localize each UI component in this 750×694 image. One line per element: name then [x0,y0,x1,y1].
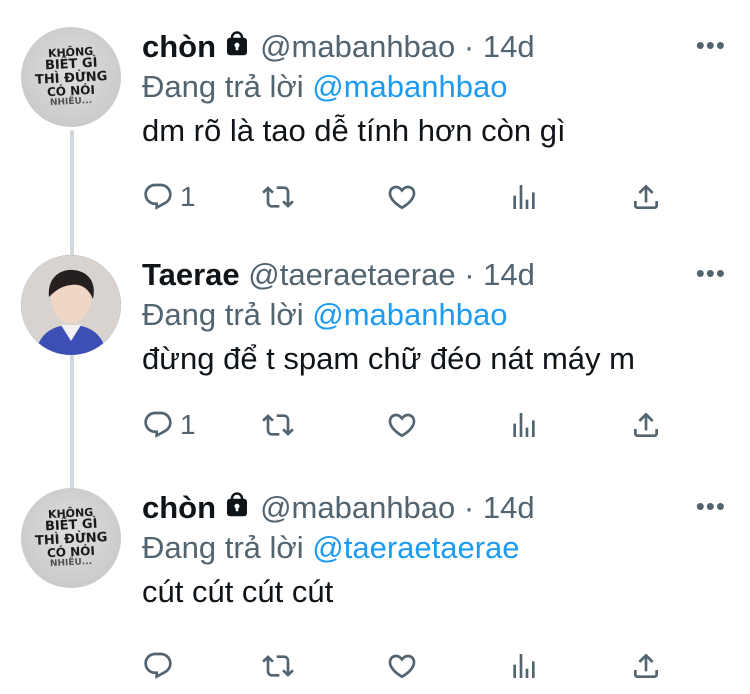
timestamp[interactable]: 14d [483,257,535,292]
analytics-icon [513,654,535,678]
retweet-button[interactable] [262,177,294,217]
retweet-icon [262,414,294,436]
avatar[interactable]: KHÔNG BIẾT GÌ THÌ ĐỪNG CÓ NÓI NHIỀU... [21,27,121,127]
views-button[interactable] [508,405,540,445]
reply-button[interactable] [142,646,180,686]
heart-icon [388,185,416,210]
retweet-button[interactable] [262,405,294,445]
separator: · [463,490,475,525]
avatar-text: NHIỀU... [49,556,93,570]
reply-prefix: Đang trả lời [142,297,304,332]
share-button[interactable] [630,405,662,445]
heart-icon [388,654,416,679]
handle[interactable]: @taeraetaerae [248,257,455,292]
reply-context: Đang trả lời @taeraetaerae [142,528,520,568]
retweet-button[interactable] [262,646,294,686]
share-button[interactable] [630,646,662,686]
reply-button[interactable]: 1 [142,405,196,445]
views-button[interactable] [508,177,540,217]
reply-mention-link[interactable]: @taeraetaerae [312,530,519,565]
timestamp[interactable]: 14d [483,29,535,64]
reply-mention-link[interactable]: @mabanhbao [312,297,507,332]
more-horizontal-icon[interactable]: ••• [696,493,726,519]
views-button[interactable] [508,646,540,686]
reply-count: 1 [180,409,196,440]
display-name[interactable]: chòn [142,490,216,525]
reply-context: Đang trả lời @mabanhbao [142,295,507,335]
action-bar [142,646,702,686]
heart-icon [388,413,416,438]
display-name[interactable]: Taerae [142,257,240,292]
reply-icon [144,652,172,679]
handle[interactable]: @mabanhbao [260,490,455,525]
share-icon [634,653,658,678]
profile-photo [21,255,121,355]
retweet-icon [262,186,294,208]
reply-button[interactable]: 1 [142,177,196,217]
tweet-text: cút cút cút cút [142,574,334,609]
analytics-icon [513,185,535,209]
timestamp[interactable]: 14d [483,490,535,525]
reply-mention-link[interactable]: @mabanhbao [312,69,507,104]
analytics-icon [513,413,535,437]
retweet-icon [262,655,294,677]
reply-icon [144,411,172,438]
share-icon [634,184,658,209]
lock-icon [222,29,252,69]
tweet-header: chòn @mabanhbao · 14d [142,488,535,528]
tweet-text: dm rõ là tao dễ tính hơn còn gì [142,113,566,148]
tweet-header: Taerae @taeraetaerae · 14d [142,255,535,295]
handle[interactable]: @mabanhbao [260,29,455,64]
like-button[interactable] [386,646,418,686]
action-bar: 1 [142,177,702,217]
lock-icon [222,490,252,530]
avatar[interactable] [21,255,121,355]
action-bar: 1 [142,405,702,445]
reply-prefix: Đang trả lời [142,69,304,104]
more-horizontal-icon[interactable]: ••• [696,32,726,58]
separator: · [463,29,475,64]
more-horizontal-icon[interactable]: ••• [696,260,726,286]
separator: · [464,257,475,292]
share-icon [634,412,658,437]
display-name[interactable]: chòn [142,29,216,64]
tweet-header: chòn @mabanhbao · 14d [142,27,535,67]
like-button[interactable] [386,405,418,445]
avatar[interactable]: KHÔNG BIẾT GÌ THÌ ĐỪNG CÓ NÓI NHIỀU... [21,488,121,588]
share-button[interactable] [630,177,662,217]
tweet-text: đừng để t spam chữ đéo nát máy m [142,341,635,376]
reply-count: 1 [180,181,196,212]
reply-icon [144,183,172,210]
reply-prefix: Đang trả lời [142,530,304,565]
like-button[interactable] [386,177,418,217]
reply-context: Đang trả lời @mabanhbao [142,67,507,107]
avatar-text: NHIỀU... [49,95,93,109]
